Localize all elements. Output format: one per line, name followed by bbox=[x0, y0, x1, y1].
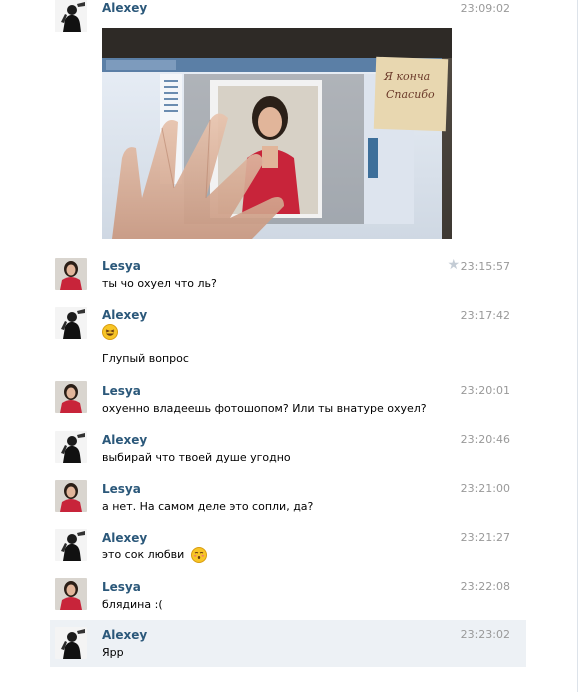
message-author[interactable]: Lesya bbox=[102, 384, 141, 398]
avatar-alexey[interactable] bbox=[55, 529, 87, 561]
message-author[interactable]: Lesya bbox=[102, 482, 141, 496]
avatar-alexey[interactable] bbox=[55, 627, 87, 659]
message-lesya: Lesya ★ 23:15:57 ты чо охуел что ль? bbox=[50, 257, 526, 301]
kissing-emoji-icon bbox=[190, 547, 207, 563]
message-author[interactable]: Alexey bbox=[102, 628, 147, 642]
message-time[interactable]: 23:21:00 bbox=[461, 482, 510, 495]
message-lesya: Lesya 23:20:01 охуенно владеешь фотошопо… bbox=[50, 380, 526, 424]
message-lesya: Lesya 23:22:08 блядина :( bbox=[50, 576, 526, 620]
message-time[interactable]: 23:20:46 bbox=[461, 433, 510, 446]
avatar-alexey[interactable] bbox=[55, 307, 87, 339]
message-time[interactable]: 23:17:42 bbox=[461, 309, 510, 322]
message-author[interactable]: Lesya bbox=[102, 580, 141, 594]
message-text: Глупый вопрос bbox=[102, 352, 189, 365]
message-text-line: это сок любви bbox=[102, 547, 207, 563]
message-text: а нет. На самом деле это сопли, да? bbox=[102, 500, 314, 513]
message-alexey: Alexey 23:20:46 выбирай что твоей душе у… bbox=[50, 429, 526, 473]
message-time[interactable]: 23:23:02 bbox=[461, 628, 510, 641]
message-time[interactable]: 23:20:01 bbox=[461, 384, 510, 397]
avatar-lesya[interactable] bbox=[55, 480, 87, 512]
message-lesya: Lesya 23:21:00 а нет. На самом деле это … bbox=[50, 478, 526, 522]
message-author[interactable]: Alexey bbox=[102, 531, 147, 545]
message-emoji-line bbox=[102, 324, 118, 340]
laughing-emoji-icon bbox=[102, 324, 118, 340]
photo-attachment[interactable]: Я конча Спасибо bbox=[102, 28, 452, 239]
sticky-note-line1: Я конча bbox=[383, 70, 430, 83]
message-time[interactable]: 23:22:08 bbox=[461, 580, 510, 593]
message-author[interactable]: Alexey bbox=[102, 308, 147, 322]
panel-divider bbox=[577, 0, 578, 692]
message-author[interactable]: Alexey bbox=[102, 433, 147, 447]
avatar-lesya[interactable] bbox=[55, 578, 87, 610]
message-time[interactable]: 23:21:27 bbox=[461, 531, 510, 544]
message-text: ты чо охуел что ль? bbox=[102, 277, 217, 290]
message-alexey-photo: Alexey 23:09:02 Я конча Спасибо bbox=[50, 0, 526, 245]
message-thread: Alexey 23:09:02 Я конча Спасибо Lesya ★ … bbox=[0, 0, 580, 692]
message-text: Ярр bbox=[102, 646, 124, 659]
message-alexey-unread: Alexey 23:23:02 Ярр bbox=[50, 620, 526, 667]
message-author[interactable]: Lesya bbox=[102, 259, 141, 273]
message-text: блядина :( bbox=[102, 598, 163, 611]
message-alexey: Alexey 23:21:27 это сок любви bbox=[50, 527, 526, 571]
avatar-lesya[interactable] bbox=[55, 258, 87, 290]
message-time[interactable]: 23:15:57 bbox=[461, 260, 510, 273]
sticky-note-line2: Спасибо bbox=[386, 88, 435, 101]
avatar-lesya[interactable] bbox=[55, 381, 87, 413]
message-text: охуенно владеешь фотошопом? Или ты внату… bbox=[102, 402, 427, 415]
message-text: это сок любви bbox=[102, 548, 185, 561]
star-icon[interactable]: ★ bbox=[447, 258, 460, 272]
avatar-alexey[interactable] bbox=[55, 431, 87, 463]
message-alexey: Alexey 23:17:42 Глупый вопрос bbox=[50, 306, 526, 370]
message-time[interactable]: 23:09:02 bbox=[461, 2, 510, 15]
avatar-alexey[interactable] bbox=[55, 0, 87, 32]
message-text: выбирай что твоей душе угодно bbox=[102, 451, 291, 464]
message-author[interactable]: Alexey bbox=[102, 1, 147, 15]
